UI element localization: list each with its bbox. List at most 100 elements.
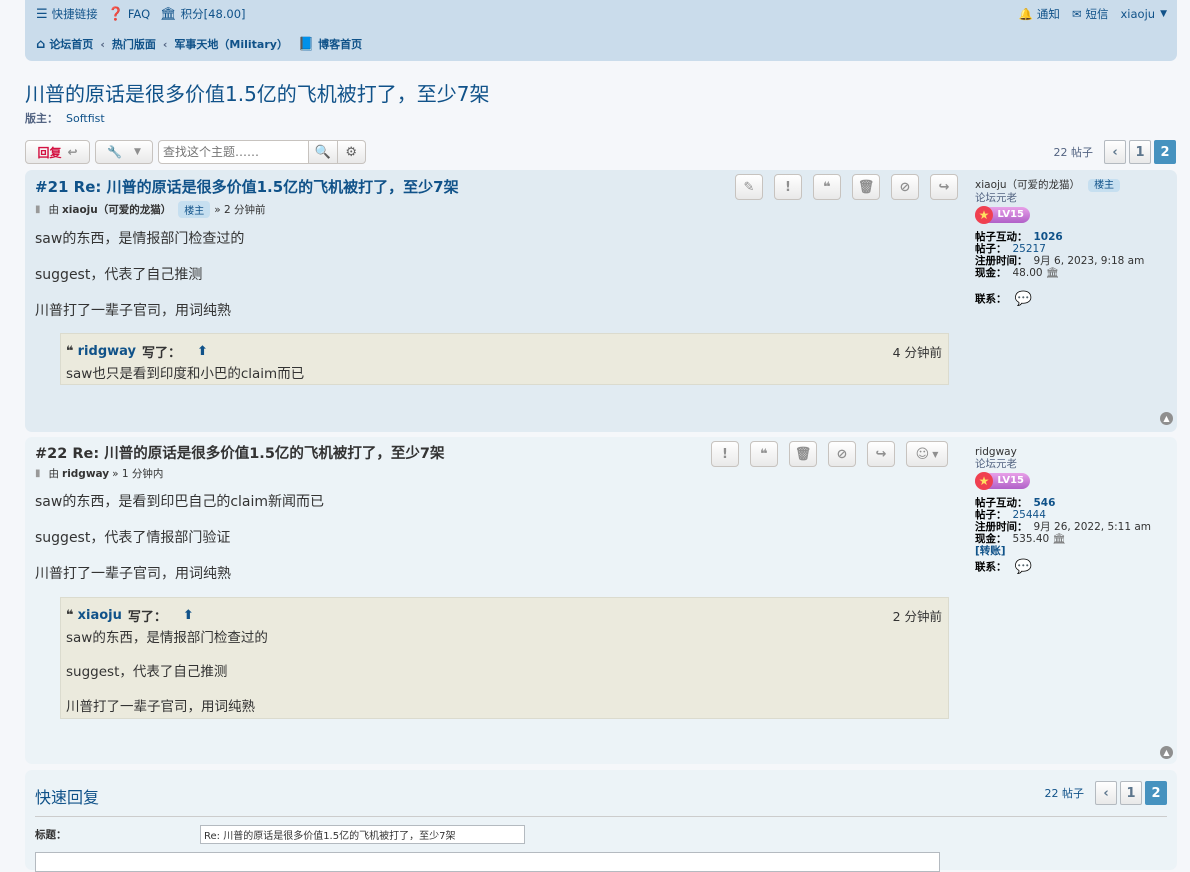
- quote-line: suggest，代表了自己推测: [66, 664, 228, 680]
- joined-value: 9月 6, 2023, 9:18 am: [1033, 255, 1145, 267]
- messages-label: 短信: [1085, 7, 1109, 21]
- quote-line: 川普打了一辈子官司，用词纯熟: [66, 699, 255, 715]
- profile-stats: 帖子互动： 1026 帖子： 25217 注册时间： 9月 6, 2023, 9:18…: [975, 231, 1144, 279]
- share-icon[interactable]: ↪: [930, 174, 958, 200]
- edit-icon[interactable]: ✎: [735, 174, 763, 200]
- post-line: suggest，代表了情报部门验证: [35, 530, 231, 546]
- page-1-link[interactable]: 1: [1120, 781, 1142, 805]
- arrow-up-circle-icon[interactable]: ⬆: [197, 344, 208, 359]
- inbox-icon: ✉: [1071, 7, 1082, 21]
- report-icon[interactable]: !: [711, 441, 739, 467]
- breadcrumb-military[interactable]: 军事天地（Military）: [174, 36, 288, 52]
- moderators-label: 版主：: [25, 112, 58, 125]
- home-icon: ⌂: [36, 36, 46, 52]
- post-title[interactable]: #21 Re: 川普的原话是很多价值1.5亿的飞机被打了，至少7架: [35, 176, 459, 197]
- joined-value: 9月 26, 2022, 5:11 am: [1033, 521, 1152, 533]
- moderator-link[interactable]: Softfist: [66, 112, 105, 125]
- quote-line: saw的东西，是情报部门检查过的: [66, 630, 268, 646]
- topic-tools-button[interactable]: 🔧 ▼: [95, 140, 153, 164]
- breadcrumb-home-label: 论坛首页: [49, 38, 94, 51]
- post-line: 川普打了一辈子官司，用词纯熟: [35, 566, 231, 582]
- post-line: 川普打了一辈子官司，用词纯熟: [35, 303, 231, 319]
- nav-links: ☰ 快捷链接 ❓ FAQ 🏛 积分[48.00]: [36, 6, 256, 22]
- bank-icon: 🏛: [1045, 267, 1059, 279]
- breadcrumb-hot[interactable]: 热门版面: [112, 36, 156, 52]
- bell-icon: 🔔: [1018, 7, 1033, 21]
- caret-down-icon: ▼: [1160, 9, 1167, 19]
- by-label: 由: [48, 204, 60, 216]
- quote-author-link[interactable]: xiaoju: [78, 608, 122, 623]
- messages-link[interactable]: ✉ 短信: [1072, 6, 1109, 22]
- post-21: #21 Re: 川普的原话是很多价值1.5亿的飞机被打了，至少7架 ✎ ! ❝ …: [25, 170, 1177, 432]
- gear-icon[interactable]: ⚙: [337, 140, 366, 164]
- quick-links-menu[interactable]: ☰ 快捷链接: [36, 6, 98, 22]
- topic-search-input[interactable]: [158, 140, 309, 164]
- search-icon[interactable]: 🔍: [309, 140, 338, 164]
- post-line: saw的东西，是情报部门检查过的: [35, 231, 245, 247]
- quote-time: 2 分钟前: [892, 609, 942, 624]
- posts-value[interactable]: 25217: [1013, 243, 1046, 255]
- delete-icon[interactable]: 🗑: [789, 441, 817, 467]
- block-icon[interactable]: ⊘: [891, 174, 919, 200]
- quote-icon[interactable]: ❝: [813, 174, 841, 200]
- joined-label: 注册时间：: [975, 521, 1028, 533]
- page-1-link[interactable]: 1: [1129, 140, 1151, 164]
- file-icon: ▮: [35, 468, 41, 479]
- faq-link[interactable]: ❓ FAQ: [108, 7, 150, 22]
- page-2-current: 2: [1145, 781, 1167, 805]
- prev-page-button[interactable]: ‹: [1104, 140, 1126, 164]
- subject-input[interactable]: [200, 825, 525, 844]
- block-icon[interactable]: ⊘: [828, 441, 856, 467]
- report-icon[interactable]: !: [774, 174, 802, 200]
- author-profile: xiaoju（可爱的龙猫） 楼主 论坛元老 ★ LV15 帖子互动： 1026 帖子：…: [975, 179, 1144, 306]
- contact-label: 联系：: [975, 293, 1007, 305]
- topic-title[interactable]: 川普的原话是很多价值1.5亿的飞机被打了，至少7架: [25, 78, 490, 107]
- breadcrumb-blog[interactable]: 📘 博客首页: [298, 36, 362, 52]
- topic-search: 🔍 ⚙: [158, 140, 366, 164]
- quote-icon[interactable]: ❝: [750, 441, 778, 467]
- book-icon: 📘: [297, 36, 315, 52]
- post-line: suggest，代表了自己推测: [35, 267, 203, 283]
- points-link[interactable]: 🏛 积分[48.00]: [160, 6, 245, 22]
- reply-icon: ↩: [67, 145, 78, 159]
- user-menu[interactable]: xiaoju ▼: [1121, 7, 1168, 21]
- notifications-link[interactable]: 🔔 通知: [1019, 6, 1060, 22]
- quote-block: ❝ xiaoju 写了： ⬆ 2 分钟前 saw的东西，是情报部门检查过的 sugge…: [60, 597, 949, 719]
- op-badge: 楼主: [178, 201, 211, 218]
- post-count: 22 帖子: [1044, 787, 1085, 800]
- reaction-icon[interactable]: ☺ ▼: [906, 441, 948, 467]
- share-icon[interactable]: ↪: [867, 441, 895, 467]
- breadcrumb-home[interactable]: ⌂ 论坛首页: [36, 36, 93, 52]
- arrow-up-circle-icon[interactable]: ⬆: [183, 608, 194, 623]
- chat-icon[interactable]: 💬: [1015, 560, 1032, 574]
- cash-label: 现金：: [975, 533, 1007, 545]
- chevron-left-icon: ‹: [100, 37, 105, 51]
- message-textarea[interactable]: [35, 852, 940, 872]
- transfer-link[interactable]: [转账]: [975, 545, 1006, 557]
- op-badge: 楼主: [1088, 179, 1121, 192]
- quote-author-link[interactable]: ridgway: [78, 344, 136, 359]
- author-link[interactable]: xiaoju（可爱的龙猫）: [62, 202, 171, 217]
- profile-name[interactable]: ridgway: [975, 446, 1151, 458]
- post-title[interactable]: #22 Re: 川普的原话是很多价值1.5亿的飞机被打了，至少7架: [35, 442, 445, 463]
- post-22: #22 Re: 川普的原话是很多价值1.5亿的飞机被打了，至少7架 ! ❝ 🗑 …: [25, 437, 1177, 764]
- posts-value[interactable]: 25444: [1013, 509, 1046, 521]
- post-time: » 2 分钟前: [214, 204, 266, 216]
- bank-icon: 🏛: [1052, 533, 1066, 545]
- interact-value[interactable]: 1026: [1034, 231, 1063, 243]
- author-link[interactable]: ridgway: [62, 468, 109, 480]
- back-to-top-icon[interactable]: ▲: [1160, 746, 1173, 759]
- posts-label: 帖子：: [975, 243, 1007, 255]
- quote-wrote-label: 写了：: [141, 346, 181, 361]
- chat-icon[interactable]: 💬: [1015, 292, 1032, 306]
- interact-value[interactable]: 546: [1034, 497, 1056, 509]
- reply-button[interactable]: 回复 ↩: [25, 140, 90, 164]
- quick-reply-panel: 快速回复 22 帖子 ‹ 1 2 标题：: [25, 770, 1177, 872]
- username-label: xiaoju: [1120, 7, 1156, 21]
- breadcrumb-blog-label: 博客首页: [318, 38, 363, 51]
- profile-name[interactable]: xiaoju（可爱的龙猫）: [975, 179, 1080, 191]
- back-to-top-icon[interactable]: ▲: [1160, 412, 1173, 425]
- delete-icon[interactable]: 🗑: [852, 174, 880, 200]
- points-label: 积分[48.00]: [180, 7, 246, 21]
- prev-page-button[interactable]: ‹: [1095, 781, 1117, 805]
